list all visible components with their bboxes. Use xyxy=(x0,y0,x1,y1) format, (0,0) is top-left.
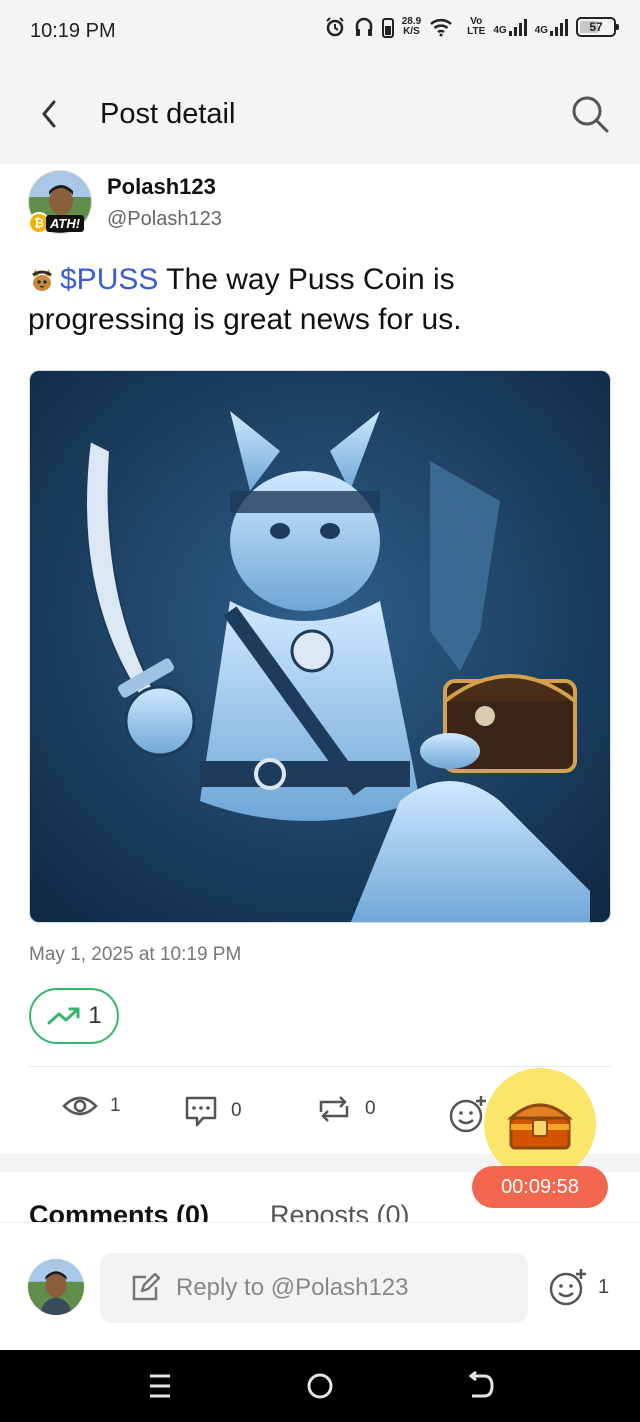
react-button[interactable] xyxy=(448,1094,488,1134)
avatar-photo xyxy=(28,1259,84,1315)
comments-count: 0 xyxy=(231,1100,242,1121)
views-stat[interactable]: 1 xyxy=(62,1094,121,1118)
wifi-icon xyxy=(430,19,452,37)
ath-label: ATH! xyxy=(46,214,85,232)
pirate-cat-image xyxy=(30,371,610,922)
system-nav-bar xyxy=(0,1350,640,1422)
trending-up-icon xyxy=(47,1007,80,1025)
author-avatar-wrap[interactable]: ₿ ATH! xyxy=(28,170,94,236)
divider xyxy=(29,1066,611,1067)
status-time: 10:19 PM xyxy=(30,20,116,42)
tab-reposts[interactable]: Reposts (0) xyxy=(270,1200,410,1222)
reply-reaction-count: 1 xyxy=(598,1275,610,1298)
sim1-signal: 4G xyxy=(493,18,527,36)
signal-bars-icon xyxy=(550,18,568,36)
repost-button[interactable]: 0 xyxy=(315,1094,376,1124)
treasure-chest-icon xyxy=(507,1103,573,1150)
puss-cat-icon xyxy=(32,269,52,291)
comment-icon xyxy=(185,1096,217,1127)
volte-indicator: Vo LTE xyxy=(467,17,485,37)
edit-icon xyxy=(132,1273,160,1301)
post-card: ₿ ATH! Polash123 @Polash123 $PUSS The wa… xyxy=(0,164,640,1154)
network-speed-unit: K/S xyxy=(403,26,420,37)
signal-bars-icon xyxy=(508,18,527,36)
battery-icon: 57 xyxy=(576,17,619,37)
headphones-icon xyxy=(355,17,372,36)
home-icon[interactable] xyxy=(300,1368,340,1404)
status-icons: 28.9 K/S Vo LTE 4G 4G 57 xyxy=(324,16,619,38)
back-icon[interactable] xyxy=(460,1368,500,1404)
add-reaction-icon xyxy=(449,1096,486,1133)
post-image[interactable] xyxy=(29,370,611,923)
add-reaction-icon xyxy=(549,1269,586,1306)
trend-button[interactable]: 1 xyxy=(29,988,119,1044)
reply-bar: Reply to @Polash123 1 xyxy=(0,1222,640,1350)
sim2-signal: 4G xyxy=(535,18,568,36)
volte-bottom: LTE xyxy=(467,26,486,37)
repost-icon xyxy=(319,1096,349,1122)
app-header: Post detail xyxy=(0,64,640,164)
sim2-label: 4G xyxy=(534,25,548,36)
avatar xyxy=(28,1259,84,1315)
author-handle[interactable]: @Polash123 xyxy=(107,208,222,231)
reply-reaction-button[interactable]: 1 xyxy=(548,1267,609,1307)
tab-comments[interactable]: Comments (0) xyxy=(29,1200,209,1222)
comment-button[interactable]: 0 xyxy=(183,1094,242,1128)
views-count: 1 xyxy=(110,1095,121,1116)
phone-battery-icon xyxy=(381,18,394,38)
page-title: Post detail xyxy=(100,98,236,130)
trend-count: 1 xyxy=(88,1002,102,1029)
search-icon[interactable] xyxy=(570,94,610,134)
reply-placeholder: Reply to @Polash123 xyxy=(176,1274,409,1301)
post-date: May 1, 2025 at 10:19 PM xyxy=(29,944,242,965)
back-arrow-icon[interactable] xyxy=(32,94,68,134)
ath-badge: ₿ ATH! xyxy=(28,212,85,234)
network-speed: 28.9 K/S xyxy=(402,17,421,37)
reply-input[interactable]: Reply to @Polash123 xyxy=(100,1253,528,1323)
reward-timer: 00:09:58 xyxy=(472,1166,608,1208)
post-text: $PUSS The way Puss Coin is progressing i… xyxy=(28,260,618,340)
ticker-link[interactable]: $PUSS xyxy=(60,263,158,296)
treasure-chest-button[interactable] xyxy=(484,1068,596,1180)
status-bar: 10:19 PM 28.9 K/S Vo LTE 4G 4G 57 xyxy=(0,0,640,64)
alarm-icon xyxy=(325,17,344,37)
author-name[interactable]: Polash123 xyxy=(107,174,216,200)
sim1-label: 4G xyxy=(493,25,507,36)
recent-apps-icon[interactable] xyxy=(140,1368,180,1404)
battery-level: 57 xyxy=(589,20,603,34)
reposts-count: 0 xyxy=(365,1098,376,1119)
eye-icon xyxy=(62,1096,98,1116)
